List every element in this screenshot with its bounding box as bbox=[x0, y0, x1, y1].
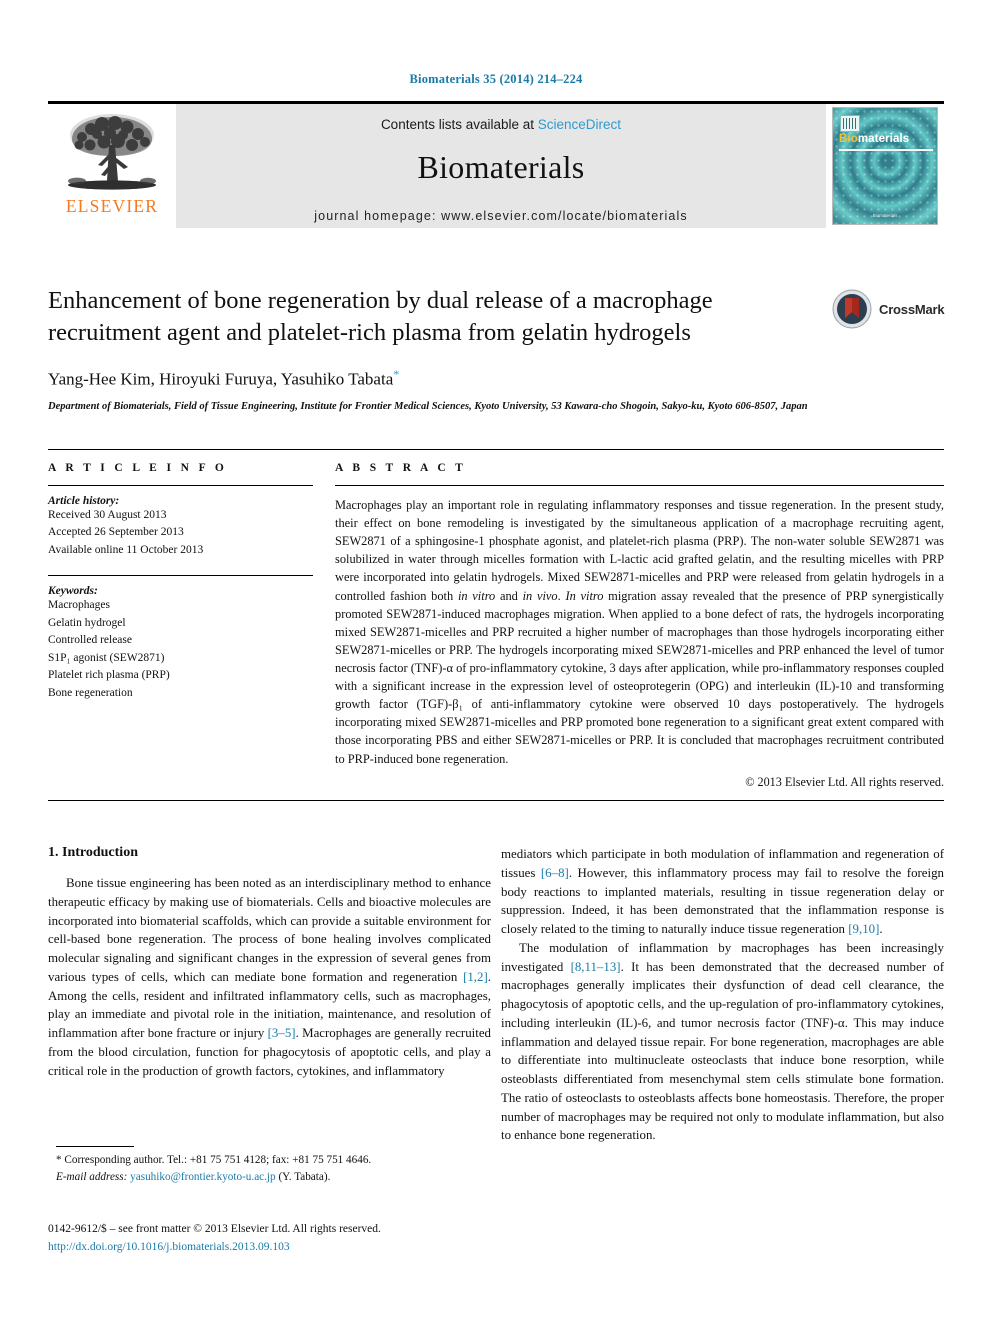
journal-cover-thumbnail: Biomaterials Biomaterials bbox=[826, 104, 944, 228]
abstract-text: Macrophages play an important role in re… bbox=[335, 498, 944, 766]
elsevier-wordmark: ELSEVIER bbox=[65, 196, 159, 216]
abstract-divider bbox=[335, 485, 944, 486]
paragraph: mediators which participate in both modu… bbox=[501, 847, 944, 937]
footnote-divider bbox=[56, 1146, 134, 1147]
keywords-divider bbox=[48, 575, 313, 577]
keyword-item: Platelet rich plasma (PRP) bbox=[48, 669, 170, 682]
author-list: Yang-Hee Kim, Hiroyuki Furuya, Yasuhiko … bbox=[48, 367, 944, 390]
crossmark-label: CrossMark bbox=[879, 301, 945, 317]
contents-available-line: Contents lists available at ScienceDirec… bbox=[381, 117, 621, 132]
abstract-copyright: © 2013 Elsevier Ltd. All rights reserved… bbox=[745, 774, 944, 789]
cover-title-rest: materials bbox=[857, 133, 910, 145]
article-history-received: Received 30 August 2013 bbox=[48, 509, 167, 521]
article-info-divider bbox=[48, 485, 313, 486]
keywords-label: Keywords: bbox=[48, 585, 98, 598]
authors-text: Yang-Hee Kim, Hiroyuki Furuya, Yasuhiko … bbox=[48, 369, 394, 389]
elsevier-tree-icon bbox=[68, 114, 156, 190]
body-column-left: 1. Introduction Bone tissue engineering … bbox=[48, 845, 491, 1080]
article-history-accepted: Accepted 26 September 2013 bbox=[48, 526, 184, 539]
corresponding-author-marker: * bbox=[393, 366, 400, 381]
cover-divider bbox=[839, 149, 933, 151]
journal-masthead: ELSEVIER Contents lists available at Sci… bbox=[48, 101, 944, 228]
email-link[interactable]: yasuhiko@frontier.kyoto-u.ac.jp bbox=[130, 1171, 275, 1183]
cover-title: Biomaterials bbox=[839, 133, 931, 145]
page-title: Enhancement of bone regeneration by dual… bbox=[48, 287, 713, 346]
keyword-item: S1P₁ agonist (SEW2871) bbox=[48, 651, 165, 664]
sciencedirect-link[interactable]: ScienceDirect bbox=[538, 117, 621, 132]
elsevier-logo: ELSEVIER bbox=[48, 104, 176, 228]
cover-footer-text: Biomaterials bbox=[872, 213, 898, 219]
contents-prefix: Contents lists available at bbox=[380, 117, 538, 132]
cover-title-bio: Bio bbox=[839, 133, 858, 145]
divider-above-abstract bbox=[48, 449, 944, 450]
abstract-block: A B S T R A C T Macrophages play an impo… bbox=[335, 462, 944, 790]
masthead-center: Contents lists available at ScienceDirec… bbox=[176, 104, 826, 228]
abstract-heading: A B S T R A C T bbox=[335, 462, 467, 474]
keyword-item: Macrophages bbox=[48, 599, 110, 612]
running-head: Biomaterials 35 (2014) 214–224 bbox=[409, 72, 583, 86]
article-info-heading: A R T I C L E I N F O bbox=[48, 462, 228, 474]
email-line: E-mail address: yasuhiko@frontier.kyoto-… bbox=[56, 1169, 486, 1186]
footer-legal: 0142-9612/$ – see front matter © 2013 El… bbox=[48, 1221, 518, 1257]
doi-link[interactable]: http://dx.doi.org/10.1016/j.biomaterials… bbox=[48, 1239, 518, 1257]
divider-below-abstract bbox=[48, 800, 944, 801]
crossmark-icon bbox=[832, 289, 872, 329]
affiliation: Department of Biomaterials, Field of Tis… bbox=[48, 401, 808, 413]
email-label: E-mail address: bbox=[56, 1170, 128, 1183]
footnote-corresponding-author: * Corresponding author. Tel.: +81 75 751… bbox=[56, 1152, 486, 1186]
journal-homepage-link[interactable]: journal homepage: www.elsevier.com/locat… bbox=[314, 209, 687, 223]
article-history-online: Available online 11 October 2013 bbox=[48, 543, 204, 556]
front-matter-line: 0142-9612/$ – see front matter © 2013 El… bbox=[48, 1223, 381, 1235]
article-history-label: Article history: bbox=[48, 495, 120, 507]
keyword-item: Controlled release bbox=[48, 634, 132, 647]
article-info-block: A R T I C L E I N F O Article history: R… bbox=[48, 462, 313, 702]
cover-publisher-mark-icon bbox=[840, 115, 860, 132]
section-heading-introduction: 1. Introduction bbox=[48, 845, 138, 860]
corresponding-author-line: * Corresponding author. Tel.: +81 75 751… bbox=[56, 1154, 372, 1166]
paragraph: Bone tissue engineering has been noted a… bbox=[48, 876, 491, 1078]
title-block: Enhancement of bone regeneration by dual… bbox=[48, 285, 945, 415]
keyword-item: Gelatin hydrogel bbox=[48, 616, 126, 629]
paragraph: The modulation of inflammation by macrop… bbox=[501, 940, 945, 1143]
journal-title: Biomaterials bbox=[417, 149, 585, 185]
crossmark-badge[interactable]: CrossMark bbox=[832, 287, 945, 331]
article-page: Biomaterials 35 (2014) 214–224 ELSEVIER … bbox=[0, 0, 992, 1323]
email-owner: (Y. Tabata). bbox=[278, 1170, 331, 1183]
keyword-item: Bone regeneration bbox=[48, 686, 133, 699]
journal-cover-image: Biomaterials Biomaterials bbox=[832, 107, 938, 225]
body-column-right: mediators which participate in both modu… bbox=[501, 845, 944, 1145]
